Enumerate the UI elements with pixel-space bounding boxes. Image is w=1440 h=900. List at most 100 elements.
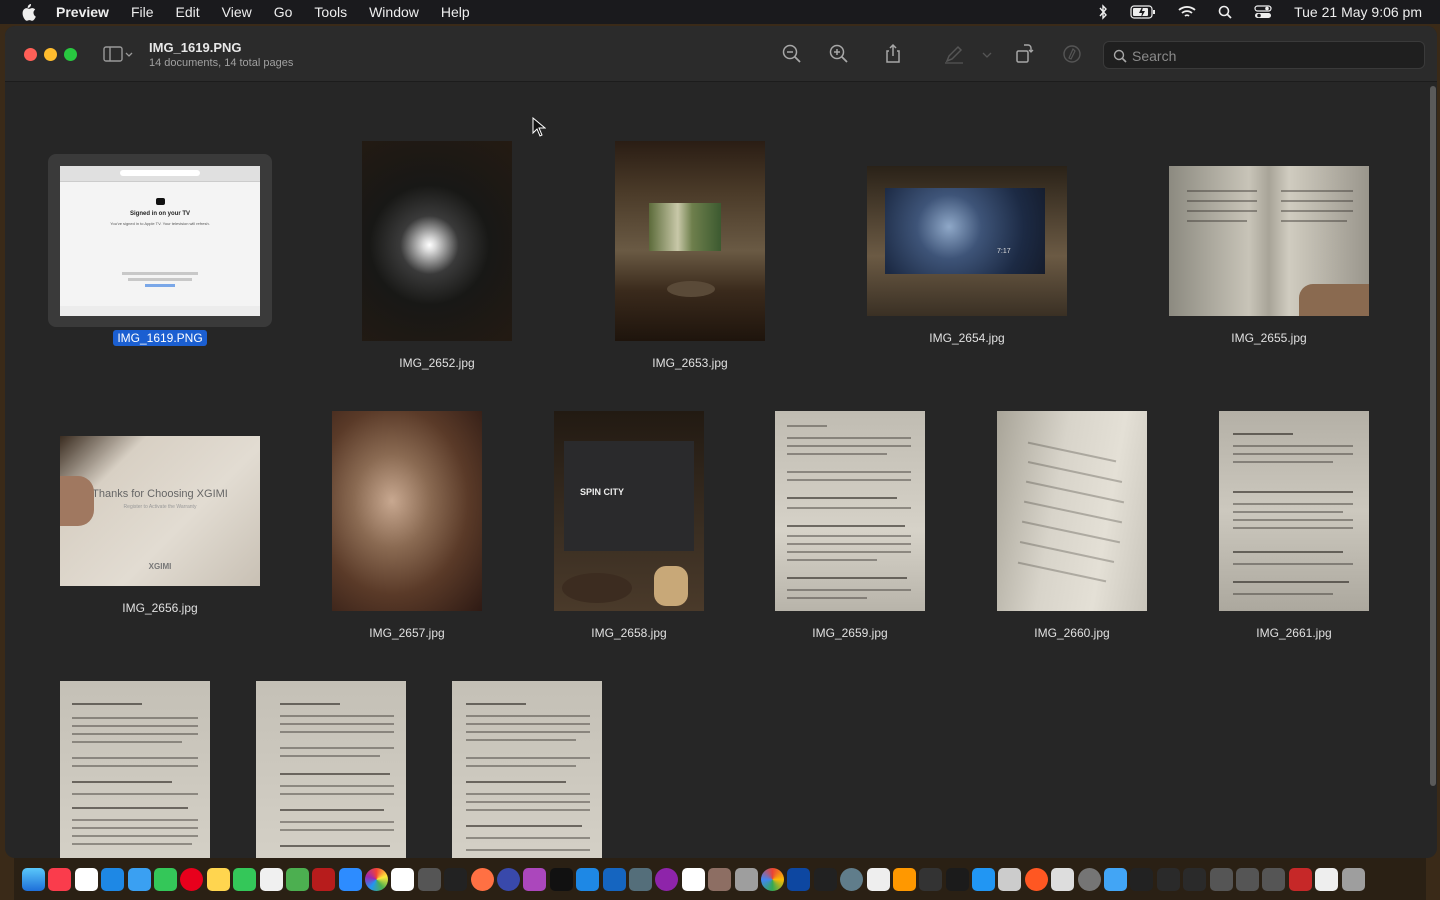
thumbnail-img-2656[interactable]: Thanks for Choosing XGIMI Register to Ac… <box>60 436 260 586</box>
firefox-icon[interactable] <box>1024 867 1048 891</box>
dock <box>14 858 1426 900</box>
menu-file[interactable]: File <box>131 4 154 20</box>
app-icon[interactable] <box>919 867 943 891</box>
tool-icon[interactable] <box>417 867 441 891</box>
app-icon[interactable] <box>972 867 996 891</box>
zoom-in-icon[interactable] <box>827 42 851 66</box>
thumbnail-img-1619[interactable]: Signed in on your TV You've signed in to… <box>60 166 260 316</box>
bbedit-icon[interactable] <box>497 867 521 891</box>
thumbnail-img-2657[interactable] <box>332 411 482 611</box>
projected-galaxy-image <box>885 188 1045 274</box>
markup-toolbar-icon[interactable] <box>1060 42 1084 66</box>
thumbnail-doc-page-12[interactable] <box>60 681 210 858</box>
menu-app-name[interactable]: Preview <box>56 4 109 20</box>
facetime-icon[interactable] <box>233 867 257 891</box>
thumbnail-label: IMG_2653.jpg <box>652 356 728 370</box>
menu-go[interactable]: Go <box>274 4 293 20</box>
close-window-button[interactable] <box>24 48 37 61</box>
thumbnail-doc-page-14[interactable] <box>452 681 602 858</box>
firefox-icon[interactable] <box>470 867 494 891</box>
finder-icon[interactable] <box>22 867 45 891</box>
zoom-icon[interactable] <box>338 867 362 891</box>
thumbnail-label: IMG_2656.jpg <box>122 601 198 615</box>
thumbnail-img-2653[interactable] <box>615 141 765 341</box>
notes-icon[interactable] <box>206 867 230 891</box>
podcasts-icon[interactable] <box>655 867 679 891</box>
spotlight-search-icon[interactable] <box>1218 5 1232 19</box>
thumbnail-img-2659[interactable] <box>775 411 925 611</box>
search-field[interactable] <box>1103 41 1425 69</box>
app-icon[interactable] <box>840 867 864 891</box>
chrome-icon[interactable] <box>760 867 784 891</box>
markup-pen-icon[interactable] <box>942 42 966 66</box>
thumbnail-img-2658[interactable]: SPIN CITY <box>554 411 704 611</box>
document-icon[interactable] <box>866 867 890 891</box>
vertical-scrollbar[interactable] <box>1430 86 1436 786</box>
thumbnail-img-2652[interactable] <box>362 141 512 341</box>
textedit-icon[interactable] <box>259 867 283 891</box>
window-stack-icon[interactable] <box>1183 867 1207 891</box>
thumbnail-doc-page-13[interactable] <box>256 681 406 858</box>
thumbnail-img-2660[interactable] <box>997 411 1147 611</box>
downloads-folder-icon[interactable] <box>1104 867 1128 891</box>
app-icon[interactable] <box>523 867 547 891</box>
opera-icon[interactable] <box>180 867 204 891</box>
signed-in-subtitle-text: You've signed in to Apple TV. Your telev… <box>110 221 210 226</box>
maps-icon[interactable] <box>285 867 309 891</box>
app-icon[interactable] <box>892 867 916 891</box>
window-stack-icon[interactable] <box>1262 867 1286 891</box>
calendar-icon[interactable] <box>681 867 705 891</box>
window-stack-icon[interactable] <box>1156 867 1180 891</box>
app-icon[interactable] <box>813 867 837 891</box>
markup-dropdown-chevron-icon[interactable] <box>980 42 994 66</box>
filezilla-icon[interactable] <box>312 867 336 891</box>
music-icon[interactable] <box>48 867 72 891</box>
xcode-icon[interactable] <box>602 867 626 891</box>
app-icon[interactable] <box>708 867 732 891</box>
app-icon[interactable] <box>945 867 969 891</box>
share-icon[interactable] <box>881 42 905 66</box>
preview-icon[interactable] <box>628 867 652 891</box>
messages-icon[interactable] <box>153 867 177 891</box>
reminders-icon[interactable] <box>74 867 98 891</box>
script-editor-icon[interactable] <box>1051 867 1075 891</box>
zoom-window-button[interactable] <box>64 48 77 61</box>
thumbnail-img-2661[interactable] <box>1219 411 1369 611</box>
battery-icon[interactable] <box>1130 5 1156 19</box>
apple-tv-icon[interactable] <box>549 867 573 891</box>
news-icon[interactable] <box>391 867 415 891</box>
control-center-icon[interactable] <box>1254 5 1272 19</box>
safari-icon[interactable] <box>101 867 125 891</box>
apple-icon[interactable] <box>20 3 36 21</box>
menubar-clock[interactable]: Tue 21 May 9:06 pm <box>1294 4 1422 20</box>
menu-help[interactable]: Help <box>441 4 470 20</box>
menu-edit[interactable]: Edit <box>176 4 200 20</box>
app-icon[interactable] <box>1288 867 1312 891</box>
app-icon[interactable] <box>1315 867 1339 891</box>
photos-icon[interactable] <box>365 867 389 891</box>
wifi-icon[interactable] <box>1178 5 1196 19</box>
thumbnail-img-2654[interactable]: 7:17 <box>867 166 1067 316</box>
search-input[interactable] <box>1132 47 1412 65</box>
menu-window[interactable]: Window <box>369 4 419 20</box>
calculator-icon[interactable] <box>734 867 758 891</box>
thumbnail-img-2655[interactable] <box>1169 166 1369 316</box>
window-stack-icon[interactable] <box>1130 867 1154 891</box>
app-icon[interactable] <box>998 867 1022 891</box>
rotate-icon[interactable] <box>1012 42 1036 66</box>
window-stack-icon[interactable] <box>1235 867 1259 891</box>
sidebar-toggle-icon[interactable] <box>102 42 136 66</box>
terminal-icon[interactable] <box>444 867 468 891</box>
menu-view[interactable]: View <box>222 4 252 20</box>
window-stack-icon[interactable] <box>1209 867 1233 891</box>
app-store-icon[interactable] <box>576 867 600 891</box>
system-preferences-icon[interactable] <box>1077 867 1101 891</box>
mail-icon[interactable] <box>127 867 151 891</box>
zoom-out-icon[interactable] <box>780 42 804 66</box>
app-icon[interactable] <box>787 867 811 891</box>
minimize-window-button[interactable] <box>44 48 57 61</box>
bluetooth-icon[interactable] <box>1098 4 1108 20</box>
table-image <box>562 573 632 603</box>
trash-icon[interactable] <box>1341 867 1365 891</box>
menu-tools[interactable]: Tools <box>314 4 347 20</box>
